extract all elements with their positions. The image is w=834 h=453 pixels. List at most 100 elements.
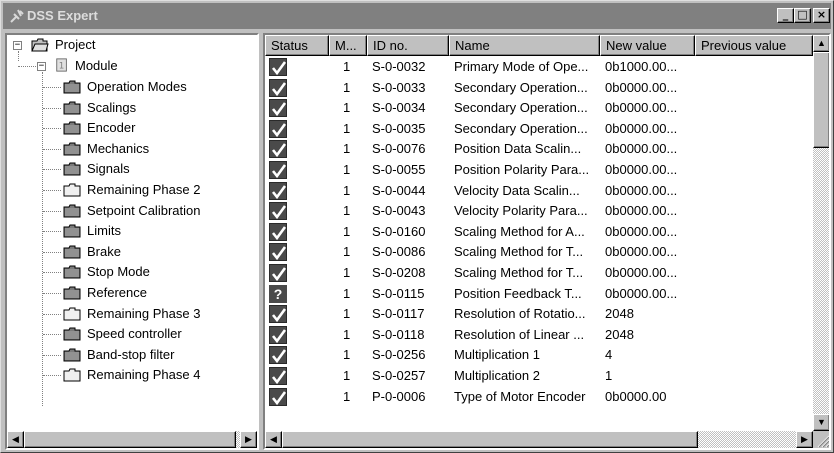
checkmark-status-icon (269, 202, 287, 221)
cell-new-value: 0b0000.00... (605, 120, 678, 136)
column-header-new-value[interactable]: New value (600, 35, 695, 56)
scroll-right-button[interactable]: ▶ (796, 431, 813, 448)
table-row[interactable]: 1 S-0-0256 Multiplication 1 4 (265, 345, 813, 366)
table-row[interactable]: 1 S-0-0035 Secondary Operation... 0b0000.00… (265, 119, 813, 140)
table-row[interactable]: 1 S-0-0032 Primary Mode of Ope... 0b1000.00… (265, 57, 813, 78)
column-header-id[interactable]: ID no. (367, 35, 449, 56)
scroll-right-button[interactable]: ▶ (240, 431, 257, 448)
cell-id: S-0-0257 (372, 368, 426, 383)
parameter-tree[interactable]: − Project − 1 Module Operation Modes Scal… (5, 33, 259, 450)
scroll-thumb[interactable] (282, 431, 698, 448)
cell-module: 1 (343, 203, 351, 219)
table-row[interactable]: 1 S-0-0033 Secondary Operation... 0b0000.00… (265, 78, 813, 99)
table-row[interactable]: 1 S-0-0055 Position Polarity Para... 0b0000… (265, 160, 813, 181)
checkmark-status-icon (269, 181, 287, 200)
tree-line (43, 272, 61, 274)
column-header-name[interactable]: Name (449, 35, 600, 56)
cell-module: 1 (343, 100, 351, 116)
column-header-previous-value[interactable]: Previous value (695, 35, 813, 56)
maximize-button[interactable]: □ (794, 8, 811, 23)
cell-name: Position Polarity Para... (454, 162, 590, 177)
tree-item[interactable]: Reference (7, 283, 257, 303)
cell-new-value: 0b0000.00... (605, 100, 678, 116)
scroll-left-button[interactable]: ◀ (265, 431, 282, 448)
cell-name: Secondary Operation... (454, 120, 588, 136)
cell-module: 1 (343, 347, 351, 363)
table-row[interactable]: 1 S-0-0044 Velocity Data Scalin... 0b0000.0… (265, 181, 813, 202)
cell-id: S-0-0032 (372, 59, 426, 74)
cell-module: 1 (343, 244, 351, 260)
tree-item[interactable]: Mechanics (7, 139, 257, 159)
table-row[interactable]: 1 S-0-0257 Multiplication 2 1 (265, 366, 813, 387)
cell-name: Multiplication 2 (454, 368, 540, 383)
resize-grip-icon[interactable] (813, 431, 829, 448)
minimize-button[interactable]: _ (777, 8, 794, 23)
table-row[interactable]: 1 S-0-0034 Secondary Operation... 0b0000.00… (265, 98, 813, 119)
folder-empty-icon (63, 368, 81, 382)
tree-item[interactable]: Operation Modes (7, 77, 257, 97)
cell-name: Velocity Data Scalin... (454, 182, 580, 198)
table-row[interactable]: 1 S-0-0086 Scaling Method for T... 0b0000.0… (265, 242, 813, 263)
table-row[interactable]: 1 S-0-0043 Velocity Polarity Para... 0b0000… (265, 201, 813, 222)
tree-item-label: Scalings (87, 99, 137, 115)
cell-name: Velocity Polarity Para... (454, 203, 588, 219)
cell-id: S-0-0086 (372, 244, 426, 260)
tree-node-module[interactable]: − 1 Module (7, 56, 257, 76)
checkmark-status-icon (269, 325, 287, 344)
tree-item[interactable]: Limits (7, 221, 257, 241)
window-title: DSS Expert (27, 8, 98, 23)
checkmark-status-icon (269, 119, 287, 138)
collapse-icon[interactable]: − (13, 41, 22, 50)
tree-item[interactable]: Remaining Phase 3 (7, 304, 257, 324)
tree-node-project[interactable]: − Project (7, 35, 257, 55)
tree-item-label: Reference (87, 285, 147, 300)
tree-item[interactable]: Setpoint Calibration (7, 201, 257, 221)
table-row[interactable]: ? 1 S-0-0115 Position Feedback T... 0b0000.0… (265, 284, 813, 305)
tree-item[interactable]: Signals (7, 159, 257, 179)
table-row[interactable]: 1 S-0-0117 Resolution of Rotatio... 2048 (265, 304, 813, 325)
folder-filled-icon (63, 101, 81, 115)
column-header-status[interactable]: Status (265, 35, 329, 56)
cell-name: Scaling Method for T... (454, 244, 584, 260)
table-vertical-scrollbar[interactable]: ▲ ▼ (813, 35, 829, 431)
scroll-down-button[interactable]: ▼ (813, 414, 829, 431)
collapse-icon[interactable]: − (37, 62, 46, 71)
cell-name: Secondary Operation... (454, 100, 588, 116)
tree-item[interactable]: Stop Mode (7, 262, 257, 282)
cell-module: 1 (343, 388, 351, 404)
scroll-up-button[interactable]: ▲ (813, 35, 829, 52)
tree-item[interactable]: Scalings (7, 98, 257, 118)
scroll-thumb[interactable] (813, 52, 829, 148)
tree-item[interactable]: Brake (7, 242, 257, 262)
tree-line (43, 190, 61, 191)
scroll-left-button[interactable]: ◀ (7, 431, 24, 448)
tree-item[interactable]: Encoder (7, 118, 257, 138)
table-row[interactable]: 1 S-0-0208 Scaling Method for T... 0b0000.0… (265, 263, 813, 284)
cell-module: 1 (343, 162, 351, 177)
table-row[interactable]: 1 S-0-0160 Scaling Method for A... 0b0000.0… (265, 222, 813, 243)
cell-name: Resolution of Rotatio... (454, 306, 586, 322)
title-bar[interactable]: DSS Expert _ □ × (3, 3, 831, 29)
cell-new-value: 0b0000.00... (605, 141, 678, 157)
cell-module: 1 (343, 265, 351, 280)
cell-module: 1 (343, 368, 351, 383)
cell-new-value: 0b0000.00... (605, 182, 678, 198)
table-row[interactable]: 1 S-0-0076 Position Data Scalin... 0b0000.0… (265, 139, 813, 160)
checkmark-status-icon (269, 367, 287, 385)
scroll-thumb[interactable] (24, 431, 236, 448)
cell-new-value: 2048 (605, 306, 634, 322)
table-row[interactable]: 1 S-0-0118 Resolution of Linear ... 2048 (265, 325, 813, 346)
tree-horizontal-scrollbar[interactable]: ◀ ▶ (7, 431, 257, 448)
cell-new-value: 0b0000.00... (605, 285, 678, 301)
tree-item[interactable]: Remaining Phase 4 (7, 365, 257, 385)
tree-item[interactable]: Band-stop filter (7, 345, 257, 365)
table-horizontal-scrollbar[interactable]: ◀ ▶ (265, 431, 813, 448)
table-row[interactable]: 1 P-0-0006 Type of Motor Encoder 0b0000.00 (265, 387, 813, 408)
close-button[interactable]: × (813, 8, 830, 23)
folder-empty-icon (63, 183, 81, 197)
column-header-module[interactable]: M... (329, 35, 367, 56)
cell-id: S-0-0118 (372, 326, 425, 342)
tree-item[interactable]: Remaining Phase 2 (7, 180, 257, 200)
tree-item[interactable]: Speed controller (7, 324, 257, 344)
folder-filled-icon (63, 224, 81, 238)
